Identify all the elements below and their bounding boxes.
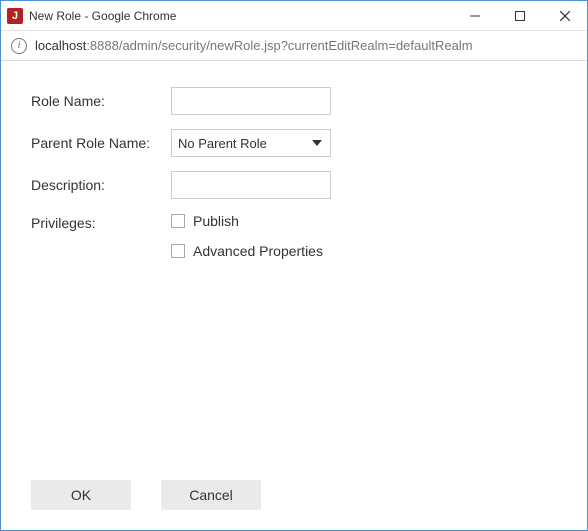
- parent-role-selected: No Parent Role: [178, 136, 267, 151]
- button-row: OK Cancel: [31, 480, 557, 516]
- description-input[interactable]: [171, 171, 331, 199]
- window-controls: [452, 1, 587, 30]
- titlebar: J New Role - Google Chrome: [1, 1, 587, 31]
- url-host: localhost: [35, 38, 86, 53]
- publish-checkbox[interactable]: [171, 214, 185, 228]
- ok-button[interactable]: OK: [31, 480, 131, 510]
- close-button[interactable]: [542, 1, 587, 30]
- spacer: [31, 259, 557, 480]
- url-text[interactable]: localhost:8888/admin/security/newRole.js…: [35, 38, 473, 53]
- privilege-advanced-row: Advanced Properties: [171, 243, 331, 259]
- description-label: Description:: [31, 177, 161, 193]
- publish-checkbox-label: Publish: [193, 213, 239, 229]
- privileges-label: Privileges:: [31, 213, 161, 231]
- privileges-group: Publish Advanced Properties: [171, 213, 331, 259]
- address-bar: i localhost:8888/admin/security/newRole.…: [1, 31, 587, 61]
- maximize-button[interactable]: [497, 1, 542, 30]
- content-area: Role Name: Parent Role Name: No Parent R…: [1, 61, 587, 530]
- advanced-checkbox-label: Advanced Properties: [193, 243, 323, 259]
- role-form: Role Name: Parent Role Name: No Parent R…: [31, 87, 557, 259]
- window-frame: J New Role - Google Chrome i localhost:8…: [0, 0, 588, 531]
- privilege-publish-row: Publish: [171, 213, 331, 229]
- minimize-button[interactable]: [452, 1, 497, 30]
- parent-role-label: Parent Role Name:: [31, 135, 161, 151]
- role-name-label: Role Name:: [31, 93, 161, 109]
- url-path: :8888/admin/security/newRole.jsp?current…: [86, 38, 472, 53]
- app-icon: J: [7, 8, 23, 24]
- advanced-checkbox[interactable]: [171, 244, 185, 258]
- role-name-input[interactable]: [171, 87, 331, 115]
- window-title: New Role - Google Chrome: [29, 9, 452, 23]
- parent-role-select[interactable]: No Parent Role: [171, 129, 331, 157]
- info-icon[interactable]: i: [11, 38, 27, 54]
- chevron-down-icon: [312, 140, 322, 146]
- cancel-button[interactable]: Cancel: [161, 480, 261, 510]
